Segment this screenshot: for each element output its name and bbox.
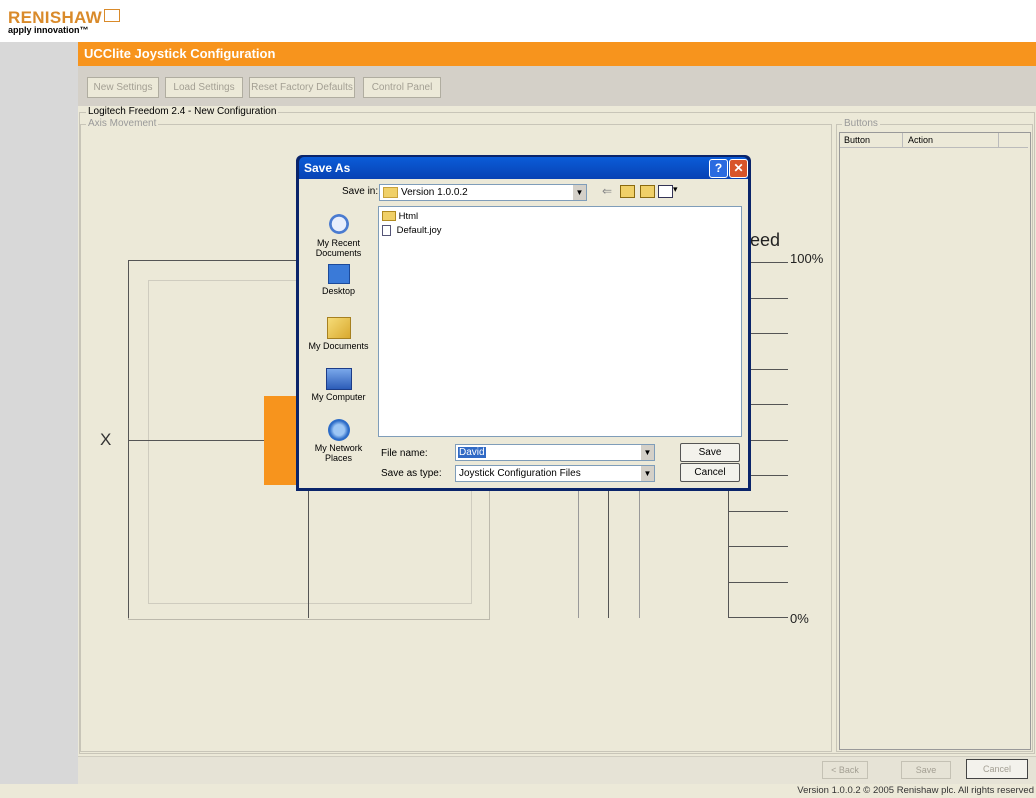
speed-bar-divider (608, 491, 609, 618)
nav-cancel-button[interactable]: Cancel (966, 759, 1028, 779)
file-item-html[interactable]: Html (382, 211, 418, 222)
place-desktop[interactable]: Desktop (305, 264, 372, 296)
save-in-combo[interactable]: Version 1.0.0.2 ▼ (379, 184, 587, 201)
save-as-type-select[interactable]: Joystick Configuration Files ▼ (455, 465, 655, 482)
cancel-button[interactable]: Cancel (680, 463, 740, 482)
control-panel-button[interactable]: Control Panel (363, 77, 441, 98)
back-arrow-icon[interactable]: ⇐ (602, 184, 612, 198)
chevron-down-icon[interactable]: ▼ (641, 466, 654, 481)
column-button[interactable]: Button (844, 135, 870, 145)
view-dropdown-icon[interactable]: ▾ (673, 184, 678, 195)
view-menu-icon[interactable] (658, 185, 673, 198)
place-my-documents[interactable]: My Documents (305, 317, 372, 351)
y-axis-line (308, 491, 309, 618)
new-settings-button[interactable]: New Settings (87, 77, 159, 98)
file-name-field[interactable]: David ▼ (455, 444, 655, 461)
buttons-table[interactable] (839, 132, 1031, 750)
recent-documents-icon (325, 212, 352, 236)
new-folder-icon[interactable] (640, 185, 655, 198)
speed-max-label: 100% (790, 251, 824, 266)
dialog-title: Save As (304, 161, 351, 175)
file-icon (382, 225, 391, 236)
column-divider (998, 133, 999, 147)
save-button[interactable]: Save (680, 443, 740, 462)
brand-header (0, 0, 1036, 42)
place-my-network-places[interactable]: My Network Places (305, 419, 372, 463)
up-folder-icon[interactable] (620, 185, 635, 198)
my-computer-icon (325, 368, 352, 390)
dialog-title-bar (299, 157, 748, 179)
speed-min-label: 0% (790, 611, 809, 626)
speed-scale-tick (728, 582, 788, 583)
close-button[interactable]: ✕ (729, 159, 748, 178)
help-button[interactable]: ? (709, 159, 728, 178)
save-as-type-value: Joystick Configuration Files (459, 468, 581, 479)
my-network-places-icon (327, 419, 350, 441)
configuration-title: Logitech Freedom 2.4 - New Configuration (86, 106, 279, 117)
save-in-label: Save in: (342, 186, 379, 197)
save-in-value: Version 1.0.0.2 (401, 187, 468, 198)
save-as-type-label: Save as type: (381, 468, 442, 479)
column-divider (902, 133, 903, 147)
back-button[interactable]: < Back (822, 761, 868, 779)
speed-scale-tick (728, 511, 788, 512)
nav-save-button[interactable]: Save (901, 761, 951, 779)
joystick-position-indicator (264, 396, 298, 485)
axis-left-line (128, 260, 129, 618)
file-name-value: David (458, 447, 486, 458)
tagline: apply innovation™ (8, 25, 89, 35)
chevron-down-icon[interactable]: ▼ (641, 445, 654, 460)
place-my-recent-documents[interactable]: My Recent Documents (305, 212, 372, 258)
chevron-down-icon[interactable]: ▼ (573, 185, 586, 200)
column-action[interactable]: Action (908, 135, 933, 145)
speed-scale-tick (728, 617, 788, 618)
axis-top-line (128, 260, 298, 261)
places-bar: My Recent Documents Desktop My Documents… (305, 204, 372, 484)
load-settings-button[interactable]: Load Settings (165, 77, 243, 98)
axis-movement-legend: Axis Movement (86, 118, 159, 129)
folder-icon (383, 187, 398, 198)
folder-icon (382, 211, 396, 222)
file-name-label: File name: (381, 448, 428, 459)
desktop-icon (327, 264, 350, 284)
speed-bar (578, 491, 640, 618)
file-item-default-joy[interactable]: Default.joy (382, 225, 442, 236)
logo-mark-icon (104, 9, 121, 22)
speed-scale-tick (728, 546, 788, 547)
navigation-bar (78, 756, 1036, 785)
file-list[interactable] (378, 206, 742, 437)
reset-factory-defaults-button[interactable]: Reset Factory Defaults (249, 77, 355, 98)
speed-label: eed (750, 230, 781, 250)
buttons-legend: Buttons (842, 118, 880, 129)
x-axis-label: X (100, 430, 112, 449)
app-title: UCClite Joystick Configuration (84, 46, 276, 61)
version-text: Version 1.0.0.2 © 2005 Renishaw plc. All… (797, 785, 1034, 796)
my-documents-icon (326, 317, 351, 339)
left-strip (0, 42, 78, 798)
place-my-computer[interactable]: My Computer (305, 368, 372, 402)
